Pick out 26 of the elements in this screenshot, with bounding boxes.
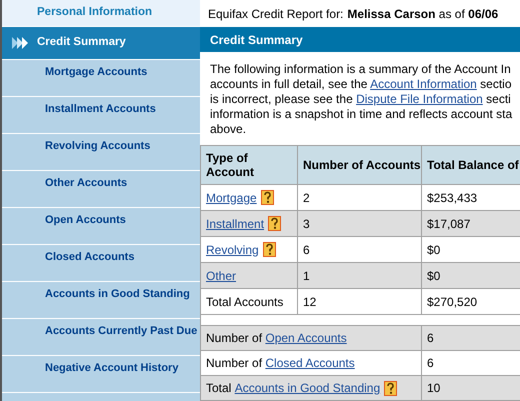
help-icon[interactable] xyxy=(262,242,276,257)
intro-text: The following information is a summary of the Account In xyxy=(210,62,511,76)
total-label: Number of xyxy=(206,330,264,347)
section-header: Credit Summary xyxy=(200,27,520,52)
intro-link[interactable]: Dispute File Information xyxy=(356,92,483,106)
sidebar-item[interactable]: Personal Information xyxy=(2,0,200,27)
accounts-link[interactable]: Open Accounts xyxy=(265,329,347,347)
help-icon[interactable] xyxy=(260,190,274,205)
intro-text: sectio xyxy=(479,77,512,91)
help-icon[interactable] xyxy=(384,380,398,396)
double-arrow-icon xyxy=(12,37,28,49)
accounts-link[interactable]: Accounts in Good Standing xyxy=(234,379,380,397)
intro-text: information is a snapshot in time and reflects account sta xyxy=(210,107,512,121)
total-label: Number of xyxy=(206,355,264,372)
accounts-link[interactable]: Closed Accounts xyxy=(265,354,355,372)
sidebar-item[interactable]: Credit Summary xyxy=(2,27,200,60)
intro-link[interactable]: Account Information xyxy=(370,77,477,91)
intro-text: above. xyxy=(210,122,246,136)
intro-text: secti xyxy=(485,92,511,106)
column-header: Type of Account xyxy=(200,146,298,184)
intro-text: is incorrect, please see the xyxy=(210,92,354,106)
total-label: Total xyxy=(206,380,232,397)
table-cell-text: Total Accounts xyxy=(206,294,284,310)
report-title: Equifax Credit Report for: Melissa Carson as of 06/06 xyxy=(207,6,500,22)
intro-text: accounts in full detail, see the xyxy=(210,77,368,91)
help-icon[interactable] xyxy=(268,216,282,231)
